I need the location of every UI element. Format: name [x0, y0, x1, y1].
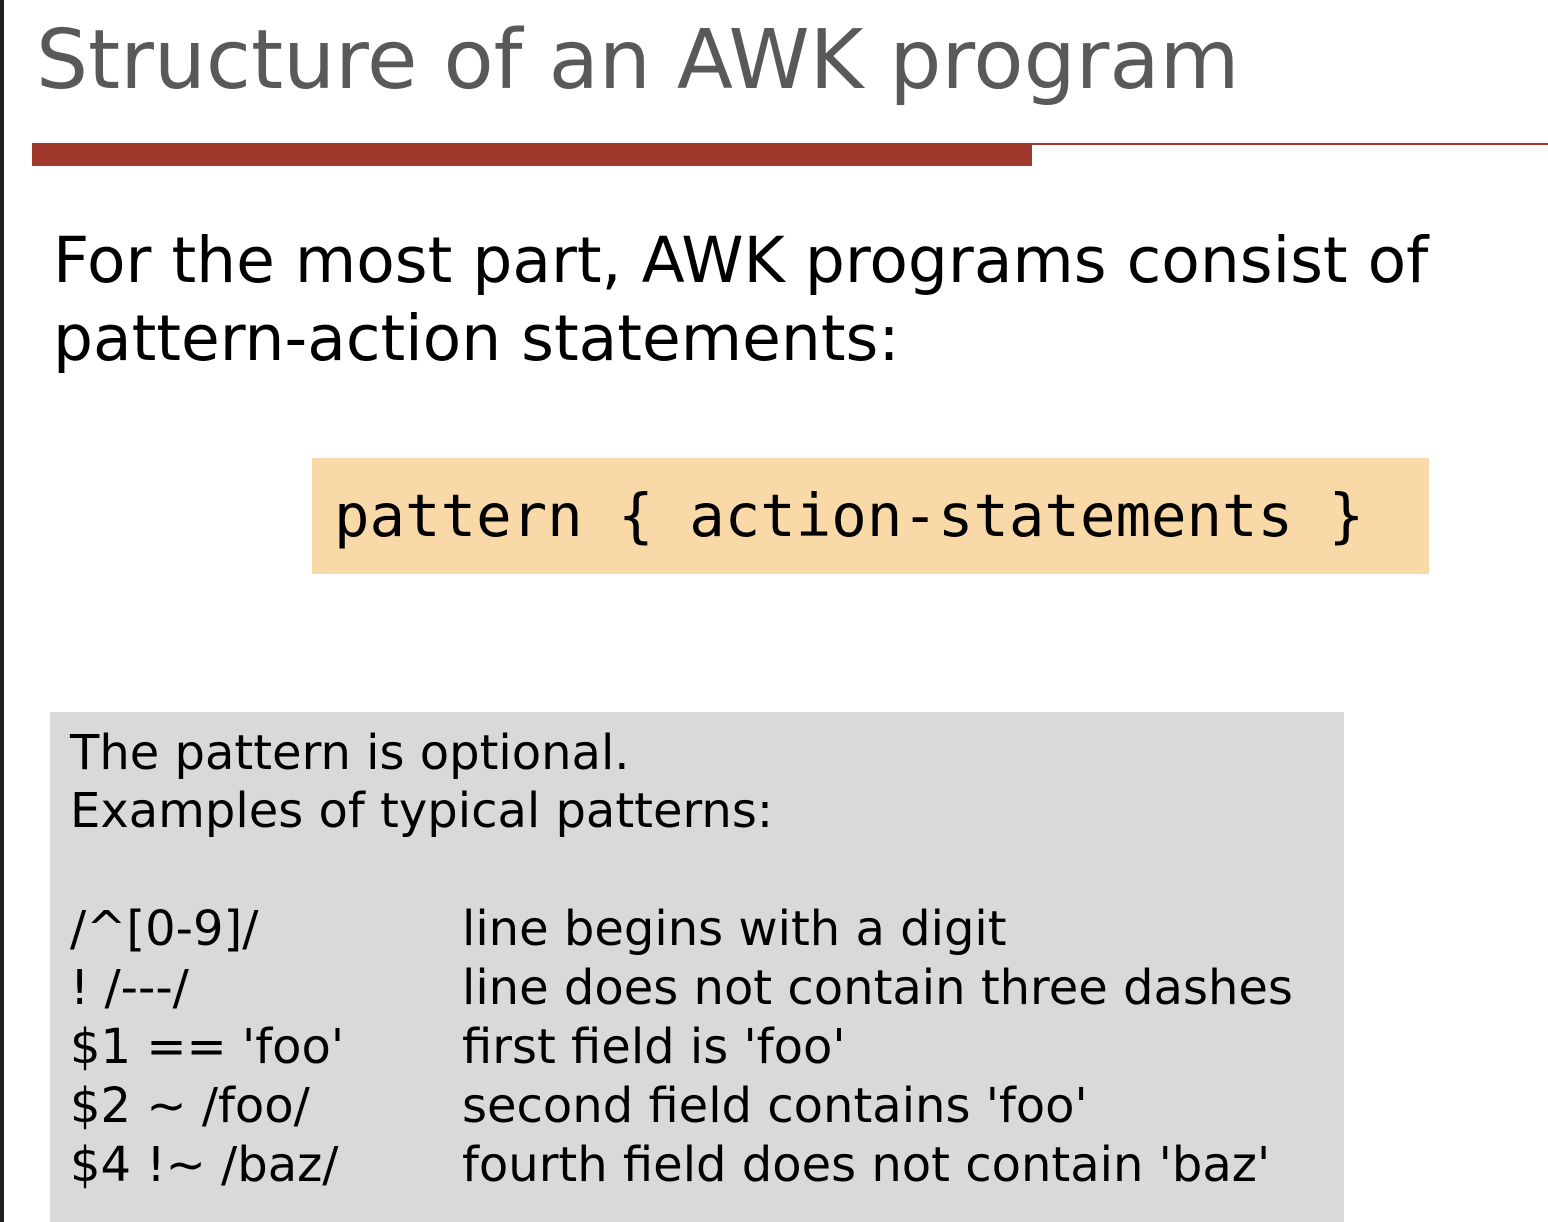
code-box: pattern { action-statements }: [312, 458, 1429, 574]
slide-title: Structure of an AWK program: [36, 13, 1240, 108]
pattern-description: line does not contain three dashes: [462, 960, 1293, 1016]
pattern-expression: $4 !~ /baz/: [70, 1137, 339, 1193]
pattern-expression: $2 ~ /foo/: [70, 1078, 310, 1134]
pattern-description: second field contains 'foo': [462, 1078, 1088, 1134]
pattern-expression: $1 == 'foo': [70, 1019, 345, 1075]
title-accent-bar: [32, 143, 1032, 166]
pattern-example-row: $2 ~ /foo/ second field contains 'foo': [70, 1077, 1330, 1136]
pattern-expression: ! /---/: [70, 960, 189, 1016]
pattern-description: first field is 'foo': [462, 1019, 846, 1075]
note-examples-heading: Examples of typical patterns:: [70, 783, 774, 839]
pattern-example-row: /^[0-9]/ line begins with a digit: [70, 900, 1330, 959]
slide: Structure of an AWK program For the most…: [4, 0, 1548, 1222]
pattern-expression: /^[0-9]/: [70, 901, 259, 957]
code-syntax: pattern { action-statements }: [334, 481, 1365, 550]
pattern-description: line begins with a digit: [462, 901, 1007, 957]
intro-text: For the most part, AWK programs consist …: [53, 224, 1429, 375]
title-divider-line: [1032, 143, 1548, 145]
pattern-example-row: $1 == 'foo' first field is 'foo': [70, 1018, 1330, 1077]
pattern-description: fourth field does not contain 'baz': [462, 1137, 1271, 1193]
note-optional-text: The pattern is optional.: [70, 725, 630, 781]
pattern-example-row: $4 !~ /baz/ fourth field does not contai…: [70, 1136, 1330, 1195]
pattern-example-row: ! /---/ line does not contain three dash…: [70, 959, 1330, 1018]
pattern-examples-box: The pattern is optional. Examples of typ…: [50, 712, 1344, 1222]
